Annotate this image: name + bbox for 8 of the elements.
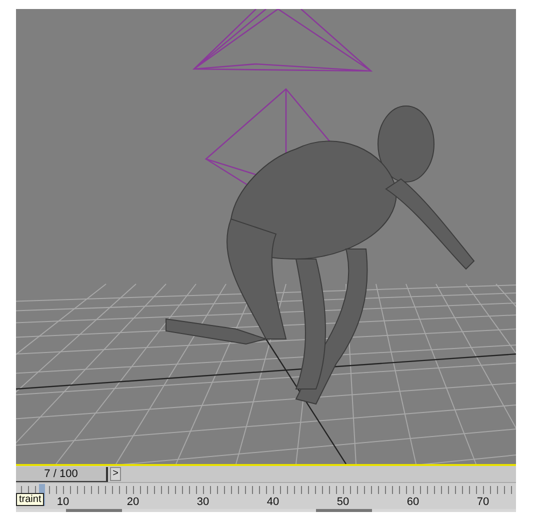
- frame-label: 20: [126, 496, 140, 508]
- tooltip: traint: [16, 493, 44, 506]
- frame-label: 50: [336, 496, 350, 508]
- frame-label: 40: [266, 496, 280, 508]
- frame-label: 10: [56, 496, 70, 508]
- frame-label: 60: [406, 496, 420, 508]
- frame-label: 70: [476, 496, 490, 508]
- frame-label: 30: [196, 496, 210, 508]
